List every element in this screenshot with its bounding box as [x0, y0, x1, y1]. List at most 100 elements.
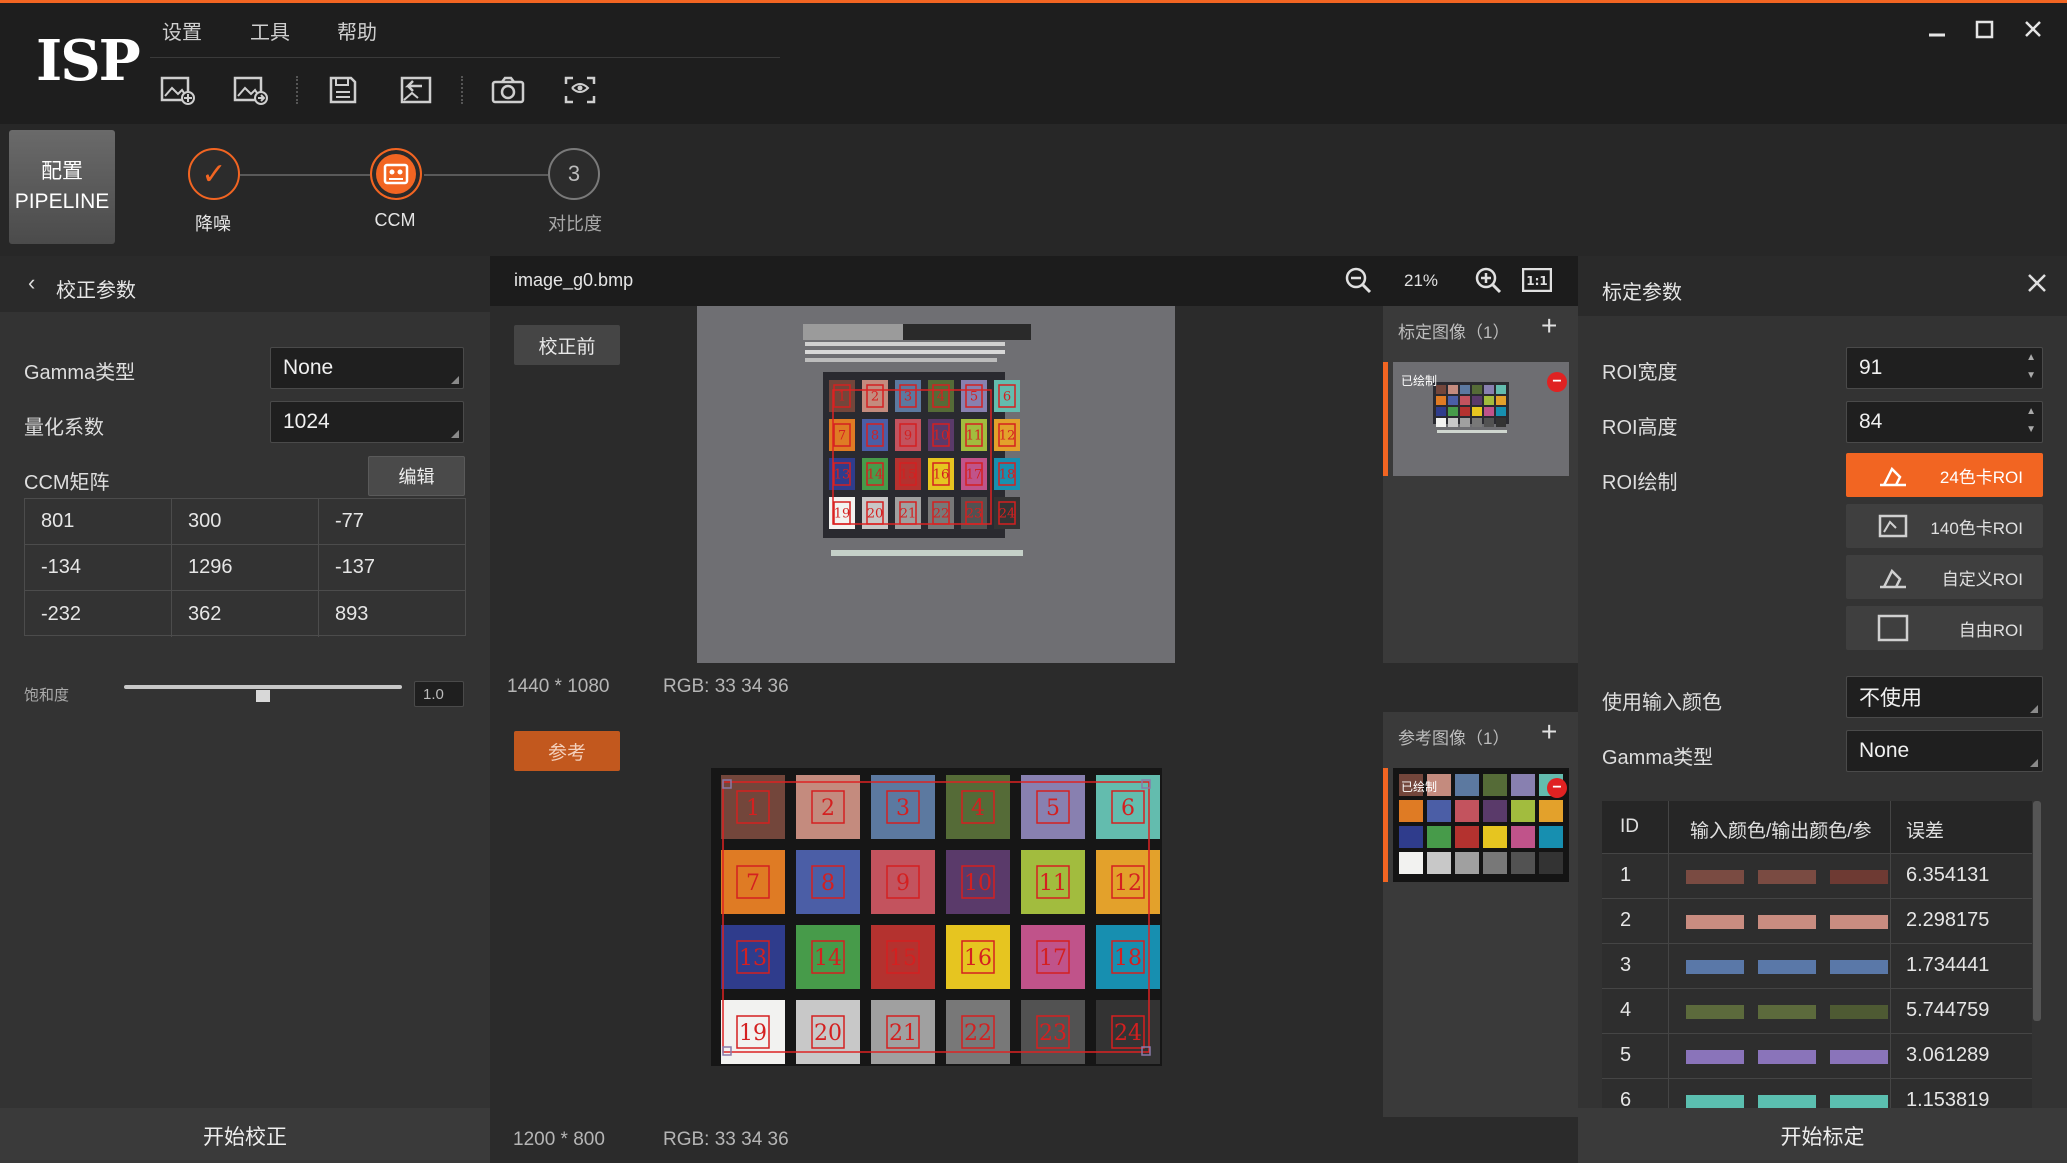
roi-140-label: 140色卡ROI — [1930, 518, 2023, 538]
color-patch — [1455, 852, 1479, 874]
spin-up-icon[interactable]: ▲ — [2026, 406, 2036, 417]
ccm-matrix-table: 801 300 -77 -134 1296 -137 -232 362 893 — [24, 498, 466, 637]
color-swatch — [1830, 915, 1888, 929]
right-gamma-label: Gamma类型 — [1602, 747, 1714, 769]
roi-24-label: 24色卡ROI — [1939, 467, 2023, 487]
fit-actual-size-icon[interactable]: 1:1 — [1521, 267, 1553, 297]
reference-thumbnail[interactable]: 已绘制 − — [1393, 768, 1569, 882]
saturation-slider-track[interactable] — [124, 685, 402, 689]
roi-140-button[interactable]: 140色卡ROI — [1846, 504, 2043, 548]
add-image-icon[interactable] — [156, 70, 200, 110]
ccm-cell[interactable]: -232 — [25, 591, 172, 637]
panel-title: 标定参数 — [1602, 282, 1682, 304]
add-calibration-image-icon[interactable]: + — [1541, 310, 1557, 342]
import-image-icon[interactable] — [229, 70, 273, 110]
menu-bar: 设置 工具 帮助 — [150, 12, 780, 58]
table-row[interactable]: 3 1.734441 — [1602, 943, 2032, 988]
table-row[interactable]: 6 1.153819 — [1602, 1078, 2032, 1108]
edit-ccm-button[interactable]: 编辑 — [368, 456, 465, 496]
back-chevron-icon[interactable]: ‹ — [28, 270, 35, 296]
ccm-cell[interactable]: -137 — [319, 545, 466, 591]
menu-settings[interactable]: 设置 — [162, 16, 202, 45]
config-pipeline-button[interactable]: 配置 PIPELINE — [9, 130, 115, 244]
color-patch — [1511, 852, 1535, 874]
use-input-color-select[interactable]: 不使用 — [1846, 676, 2043, 718]
step-connector — [424, 174, 548, 176]
roi-width-spinbox[interactable]: 91 ▲ ▼ — [1846, 347, 2043, 389]
minimize-icon[interactable] — [1920, 12, 1954, 46]
menu-tools[interactable]: 工具 — [250, 16, 290, 45]
color-swatch — [1830, 1005, 1888, 1019]
close-icon[interactable] — [2016, 12, 2050, 46]
color-patch — [1484, 396, 1494, 405]
color-swatch — [1830, 1095, 1888, 1108]
color-patch — [1484, 385, 1494, 394]
spin-down-icon[interactable]: ▼ — [2026, 424, 2036, 435]
ccm-cell[interactable]: -134 — [25, 545, 172, 591]
calibration-thumbnail[interactable]: 已绘制 − — [1393, 362, 1569, 476]
color-patch — [1483, 774, 1507, 796]
step-ccm[interactable] — [370, 148, 422, 200]
color-patch — [1455, 826, 1479, 848]
color-patch — [1436, 385, 1446, 394]
capture-frame-icon[interactable] — [558, 70, 602, 110]
color-patch — [1436, 396, 1446, 405]
color-patch — [1539, 852, 1563, 874]
step-denoise-label: 降噪 — [195, 214, 231, 234]
reference-tag[interactable]: 参考 — [514, 731, 620, 771]
table-scrollbar[interactable] — [2033, 801, 2041, 1021]
col-error: 误差 — [1906, 821, 1945, 842]
patch-number: 19 — [834, 507, 851, 522]
palette-icon — [383, 163, 409, 185]
color-patch — [1472, 385, 1482, 394]
reference-image[interactable]: 1 2 3 4 5 6 7 8 9 10 11 12 13 14 15 16 17 18 19 20 21 22 23 24 — [711, 768, 1162, 1066]
maximize-icon[interactable] — [1968, 12, 2002, 46]
calibration-images-title: 标定图像（1） — [1398, 323, 1510, 342]
spin-down-icon[interactable]: ▼ — [2026, 370, 2036, 381]
saturation-slider-thumb[interactable] — [256, 690, 270, 702]
color-patch — [1539, 826, 1563, 848]
save-icon[interactable] — [321, 70, 365, 110]
table-row[interactable]: 4 5.744759 — [1602, 988, 2032, 1033]
right-gamma-select[interactable]: None — [1846, 730, 2043, 772]
patch-number: 16 — [933, 468, 950, 483]
correction-params-panel — [0, 256, 490, 1163]
ccm-cell[interactable]: -77 — [319, 499, 466, 545]
export-icon[interactable] — [394, 70, 438, 110]
panel-title: 校正参数 — [56, 280, 136, 302]
zoom-in-icon[interactable] — [1474, 266, 1502, 299]
ccm-cell[interactable]: 893 — [319, 591, 466, 637]
add-reference-image-icon[interactable]: + — [1541, 716, 1557, 748]
saturation-value-box[interactable]: 1.0 — [414, 681, 464, 707]
ccm-cell[interactable]: 1296 — [172, 545, 319, 591]
close-panel-icon[interactable] — [2026, 272, 2048, 299]
captured-image[interactable]: 1 2 3 4 5 6 7 8 9 10 11 12 13 14 15 16 17 18 19 20 21 22 23 24 — [697, 306, 1175, 663]
color-swatch — [1830, 1050, 1888, 1064]
ccm-cell[interactable]: 362 — [172, 591, 319, 637]
roi-custom-button[interactable]: 自定义ROI — [1846, 555, 2043, 599]
before-correction-tag[interactable]: 校正前 — [514, 325, 620, 365]
remove-thumbnail-icon[interactable]: − — [1547, 778, 1567, 798]
roi-24-button[interactable]: 24色卡ROI — [1846, 453, 2043, 497]
table-row[interactable]: 1 6.354131 — [1602, 853, 2032, 898]
camera-icon[interactable] — [486, 70, 530, 110]
quant-coef-input[interactable]: 1024 — [270, 401, 464, 443]
roi-free-button[interactable]: 自由ROI — [1846, 606, 2043, 650]
remove-thumbnail-icon[interactable]: − — [1547, 372, 1567, 392]
roi-height-spinbox[interactable]: 84 ▲ ▼ — [1846, 401, 2043, 443]
spin-up-icon[interactable]: ▲ — [2026, 352, 2036, 363]
start-calibration-button[interactable]: 开始标定 — [1578, 1108, 2067, 1163]
color-patch — [1455, 800, 1479, 822]
ccm-cell[interactable]: 300 — [172, 499, 319, 545]
menu-help[interactable]: 帮助 — [337, 16, 377, 45]
color-swatch — [1830, 870, 1888, 884]
step-denoise[interactable]: ✓ — [188, 148, 240, 200]
table-row[interactable]: 2 2.298175 — [1602, 898, 2032, 943]
gamma-type-select[interactable]: None — [270, 347, 464, 389]
row-id: 1 — [1620, 864, 1632, 886]
zoom-out-icon[interactable] — [1344, 266, 1372, 299]
ccm-cell[interactable]: 801 — [25, 499, 172, 545]
step-contrast[interactable]: 3 — [548, 148, 600, 200]
table-row[interactable]: 5 3.061289 — [1602, 1033, 2032, 1078]
start-correction-button[interactable]: 开始校正 — [0, 1108, 490, 1163]
